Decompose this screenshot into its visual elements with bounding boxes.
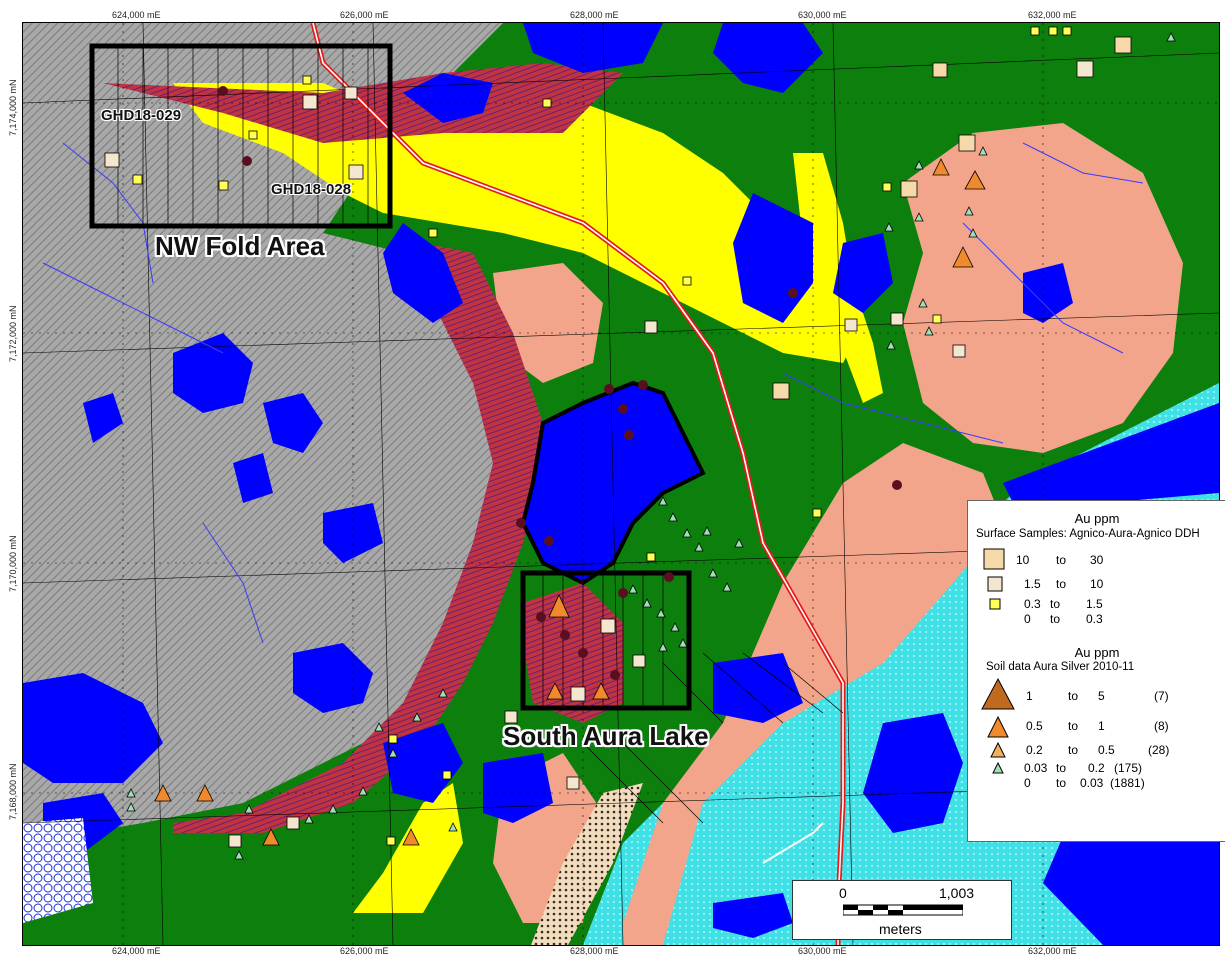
y-tick-label: 7,172,000 mN [8,305,18,362]
legend-surface-title: Au ppm [1074,511,1120,526]
nw-fold-area-label: NW Fold Area [155,231,325,261]
legend-from: 0.3 [1024,597,1041,611]
scale-bar-graphic [843,904,963,916]
legend-count: (7) [1154,689,1169,703]
x-tick-label: 630,000 mE [798,10,847,20]
x-tick-label: 628,000 mE [570,946,619,956]
legend-square-medium [987,576,1003,592]
x-tick-label: 632,000 mE [1028,10,1077,20]
legend-soil-subtitle: Soil data Aura Silver 2010-11 [986,661,1135,673]
legend-to: to [1068,743,1079,757]
x-tick-label: 632,000 mE [1028,946,1077,956]
legend: Au ppm Surface Samples: Agnico-Aura-Agni… [967,500,1225,842]
legend-triangle-large [987,715,1009,738]
y-tick-label: 7,168,000 mN [8,763,18,820]
legend-max: 10 [1090,577,1104,591]
scale-unit: meters [879,921,922,937]
drillhole-label: GHD18-029 [101,107,182,124]
x-tick-label: 624,000 mE [112,10,161,20]
x-tick-label: 626,000 mE [340,946,389,956]
legend-from: 1.5 [1024,577,1041,591]
y-tick-label: 7,174,000 mN [8,79,18,136]
legend-to: to [1050,612,1061,626]
legend-soil-title: Au ppm [1074,645,1120,660]
legend-count: (8) [1154,719,1169,733]
scale-end: 1,003 [939,885,975,901]
scale-start: 0 [839,885,847,901]
legend-from: 0 [1024,776,1031,790]
legend-count: (1881) [1110,776,1145,790]
legend-soil-symbols [981,677,1015,774]
x-tick-label: 628,000 mE [570,10,619,20]
legend-from: 0 [1024,612,1031,626]
legend-triangle-small [992,761,1004,774]
legend-triangle-medium [990,741,1006,758]
legend-max: 0.3 [1086,612,1103,626]
legend-max: 0.2 [1088,761,1105,775]
legend-from: 0.2 [1026,743,1043,757]
legend-square-large [983,548,1005,570]
legend-triangle-xl [981,677,1015,710]
legend-to: to [1056,577,1067,591]
legend-max: 5 [1098,689,1105,703]
legend-to: to [1056,776,1067,790]
x-tick-label: 630,000 mE [798,946,847,956]
legend-max: 0.5 [1098,743,1115,757]
legend-max: 0.03 [1080,776,1104,790]
x-tick-label: 624,000 mE [112,946,161,956]
legend-from: 1 [1026,689,1033,703]
y-tick-label: 7,170,000 mN [8,535,18,592]
x-tick-label: 626,000 mE [340,10,389,20]
scale-bar: 0 1,003 meters [792,880,1012,940]
legend-max: 1 [1098,719,1105,733]
legend-max: 1.5 [1086,597,1103,611]
legend-square-small [989,598,1001,610]
legend-to: to [1056,553,1067,567]
south-aura-lake-label: South Aura Lake [503,721,709,751]
legend-to: to [1068,689,1079,703]
legend-to: to [1068,719,1079,733]
legend-count: (28) [1148,743,1170,757]
drillhole-label: GHD18-028 [271,181,352,198]
legend-from: 0.03 [1024,761,1048,775]
legend-from: 10 [1016,553,1030,567]
legend-count: (175) [1114,761,1143,775]
legend-to: to [1050,597,1061,611]
legend-from: 0.5 [1026,719,1043,733]
legend-to: to [1056,761,1067,775]
legend-surface-subtitle: Surface Samples: Agnico-Aura-Agnico DDH [976,528,1200,540]
legend-max: 30 [1090,553,1104,567]
